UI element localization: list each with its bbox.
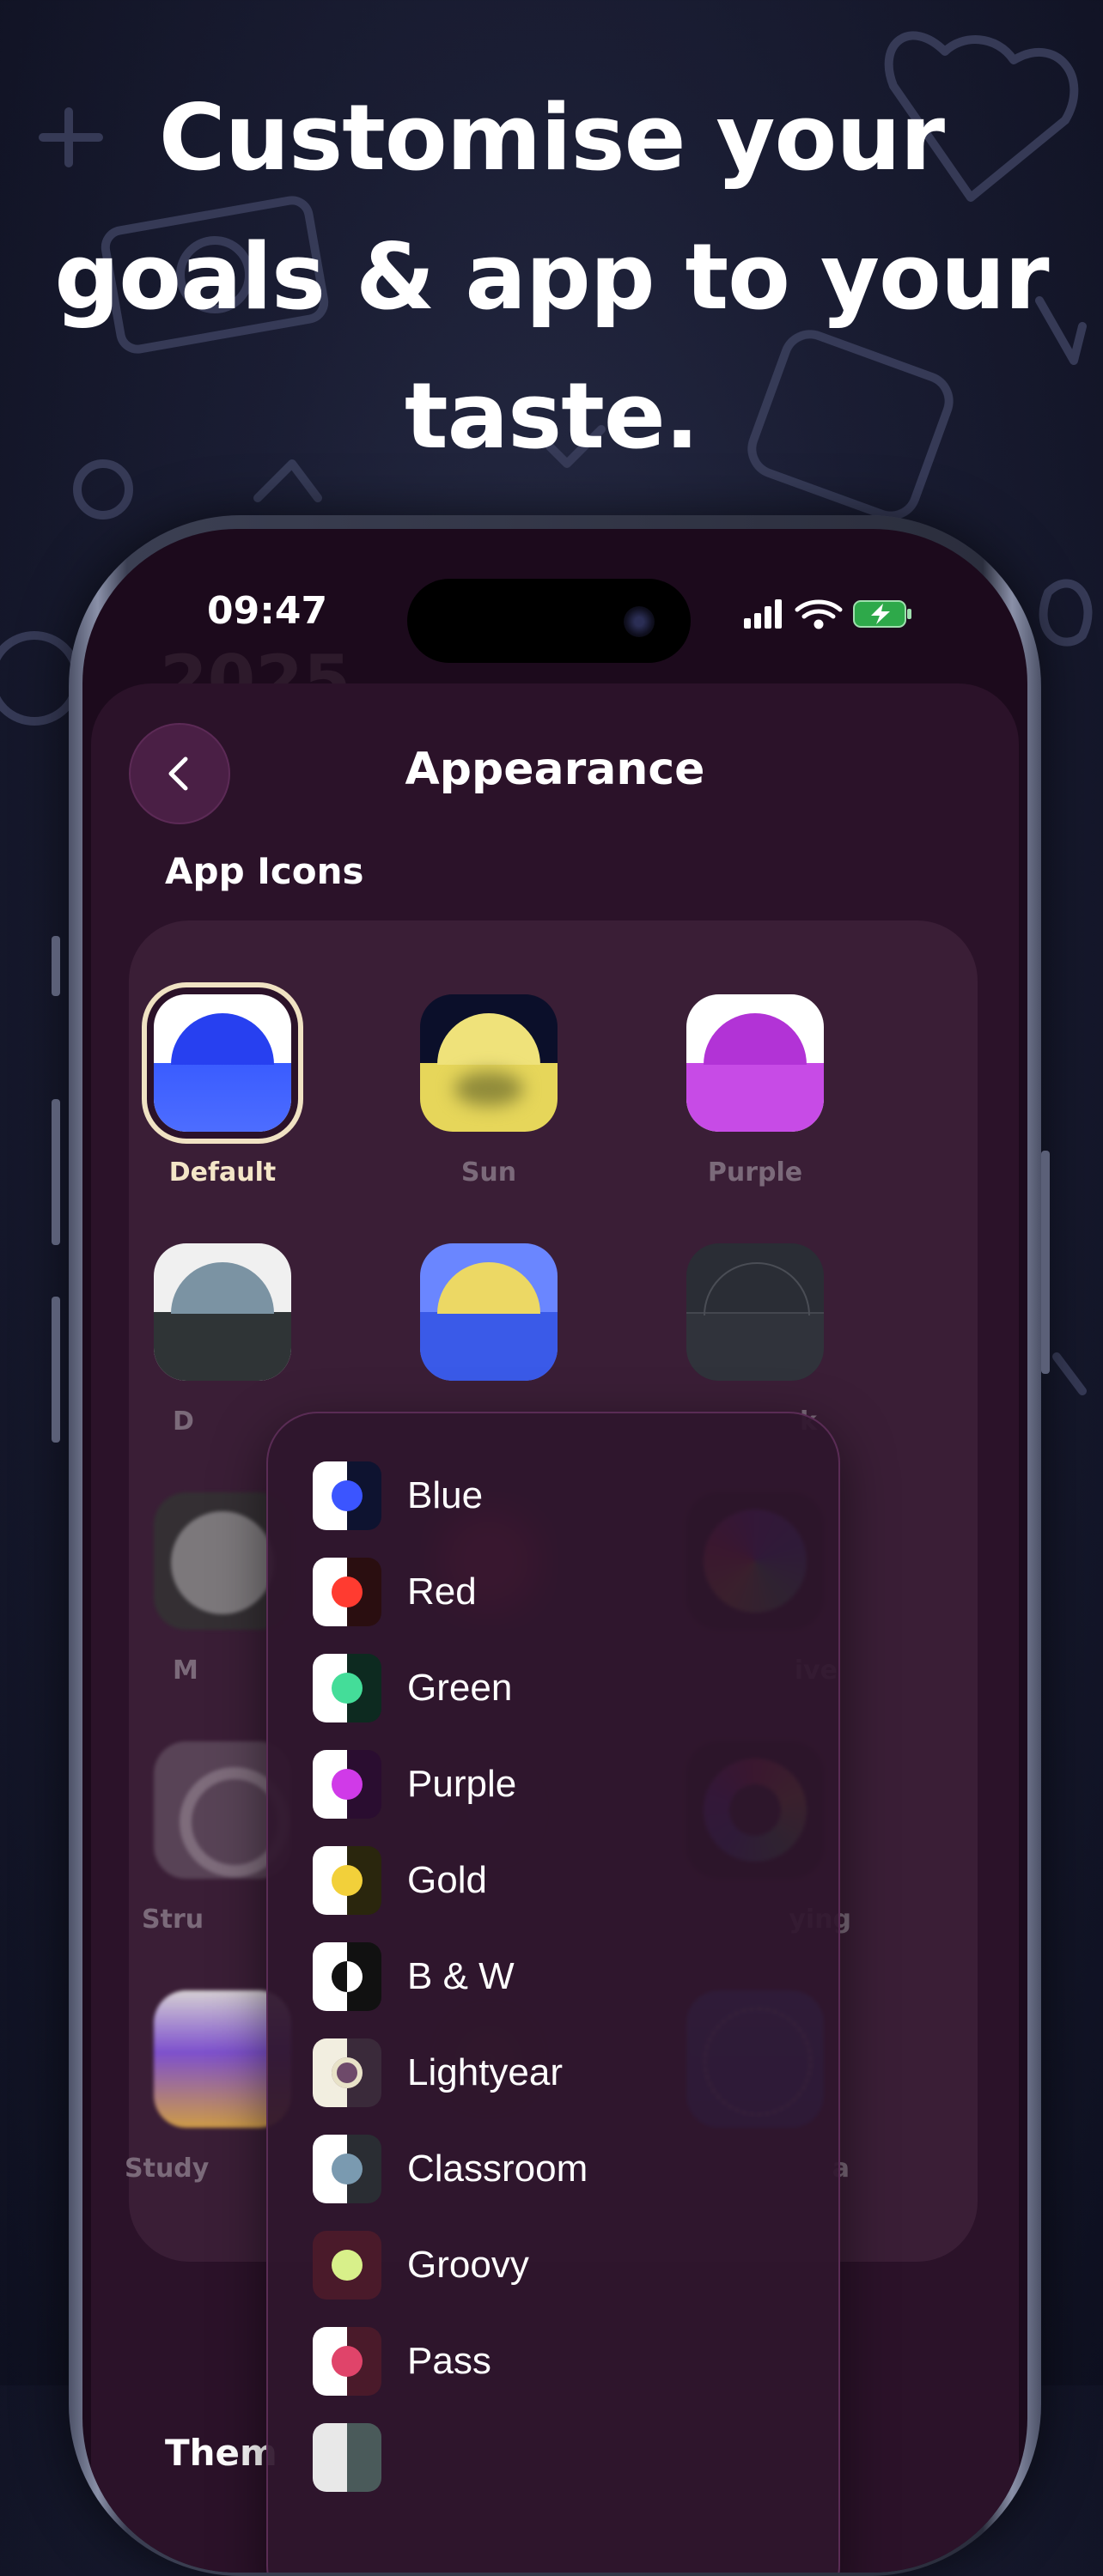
app-icon-sun[interactable]: Sun [360, 994, 618, 1188]
menu-item-partial[interactable] [313, 2423, 828, 2492]
menu-item-groovy[interactable]: Groovy [313, 2231, 828, 2300]
app-icon-sky[interactable] [360, 1243, 618, 1381]
menu-item-gold[interactable]: Gold [313, 1846, 828, 1915]
section-app-icons-label: App Icons [165, 850, 364, 892]
groovy-swatch-icon [313, 2231, 381, 2300]
menu-item-blue[interactable]: Blue [313, 1461, 828, 1530]
menu-item-label: Blue [407, 1474, 484, 1516]
sun-icon [420, 994, 558, 1132]
volume-down-button [52, 1297, 60, 1443]
menu-item-green[interactable]: Green [313, 1654, 828, 1722]
menu-item-label: B & W [407, 1955, 515, 1997]
status-icons [744, 599, 911, 629]
sky-icon [420, 1243, 558, 1381]
purple-swatch-icon [313, 1750, 381, 1819]
menu-item-label: Classroom [407, 2148, 588, 2190]
blue-swatch-icon [313, 1461, 381, 1530]
headline: Customise your goals & app to your taste… [54, 85, 1049, 469]
app-icon-label: Purple [707, 1157, 803, 1188]
wifi-icon [795, 599, 843, 629]
pass-swatch-icon [313, 2327, 381, 2396]
dusk-icon [154, 1243, 291, 1381]
section-themes-label: Them [165, 2432, 277, 2474]
battery-charging-icon [853, 600, 911, 628]
partial-swatch-icon [313, 2423, 381, 2492]
cellular-signal-icon [744, 599, 782, 629]
volume-up-button [52, 1099, 60, 1245]
purple-icon [686, 994, 824, 1132]
red-swatch-icon [313, 1558, 381, 1626]
menu-item-label: Lightyear [407, 2051, 564, 2093]
menu-item-red[interactable]: Red [313, 1558, 828, 1626]
green-swatch-icon [313, 1654, 381, 1722]
menu-item-label: Green [407, 1667, 513, 1709]
menu-item-label: Red [407, 1571, 477, 1613]
menu-item-label: Pass [407, 2340, 491, 2382]
status-time: 09:47 [207, 589, 328, 633]
phone-screen: 2025 09:47 Appearance App Icons Default … [82, 529, 1027, 2573]
menu-item-bw[interactable]: B & W [313, 1942, 828, 2011]
screen-title: Appearance [405, 744, 705, 795]
menu-item-label: Groovy [407, 2244, 529, 2286]
dark-icon [686, 1243, 824, 1381]
app-icon-dark[interactable]: k [626, 1243, 884, 1437]
action-button [52, 936, 60, 996]
camera-icon [624, 606, 655, 637]
app-icon-dusk[interactable]: D [94, 1243, 351, 1437]
menu-item-classroom[interactable]: Classroom [313, 2135, 828, 2203]
menu-item-purple[interactable]: Purple [313, 1750, 828, 1819]
lightyear-swatch-icon [313, 2038, 381, 2107]
menu-item-lightyear[interactable]: Lightyear [313, 2038, 828, 2107]
app-icon-label: Sun [460, 1157, 517, 1188]
default-icon [154, 994, 291, 1132]
power-button [1041, 1151, 1050, 1374]
app-icon-purple[interactable]: Purple [626, 994, 884, 1188]
app-icon-default[interactable]: Default [94, 994, 351, 1188]
gold-swatch-icon [313, 1846, 381, 1915]
theme-color-menu: Blue Red Green Purple Gold B & W Lightye… [266, 1412, 840, 2573]
menu-item-label: Gold [407, 1859, 487, 1901]
app-icon-label: Default [168, 1157, 277, 1188]
classroom-swatch-icon [313, 2135, 381, 2203]
bw-swatch-icon [313, 1942, 381, 2011]
menu-item-pass[interactable]: Pass [313, 2327, 828, 2396]
menu-item-label: Purple [407, 1763, 517, 1805]
